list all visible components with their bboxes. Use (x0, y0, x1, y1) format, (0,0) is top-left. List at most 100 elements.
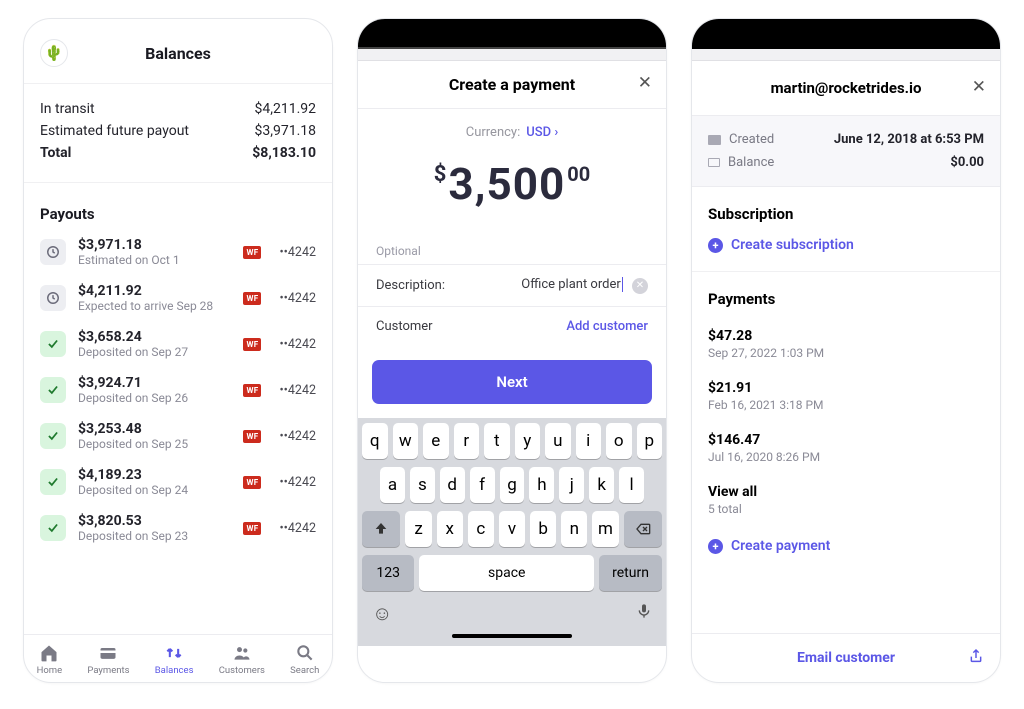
key-u[interactable]: u (545, 423, 571, 459)
clear-description-icon[interactable]: ✕ (632, 278, 648, 294)
description-field[interactable]: Description: Office plant order ✕ (358, 265, 666, 307)
bank-badge-icon: WF (243, 384, 261, 397)
key-o[interactable]: o (606, 423, 632, 459)
tab-balances[interactable]: Balances (155, 643, 194, 676)
in-transit-label: In transit (40, 101, 95, 117)
key-g[interactable]: g (500, 467, 525, 503)
currency-row[interactable]: Currency: USD › (358, 109, 666, 140)
tab-customers[interactable]: Customers (219, 643, 265, 676)
subscription-section: Subscription + Create subscription (692, 187, 1000, 272)
shift-key[interactable] (362, 511, 400, 547)
payout-amount: $3,820.53 (78, 513, 231, 529)
optional-label: Optional (358, 244, 666, 265)
created-value: June 12, 2018 at 6:53 PM (834, 132, 984, 147)
customer-header: martin@rocketrides.io ✕ (692, 61, 1000, 116)
view-all-row[interactable]: View all 5 total (708, 478, 984, 530)
payout-row[interactable]: $3,820.53Deposited on Sep 23WF••4242 (24, 505, 332, 551)
balances-screen: 🌵 Balances In transit $4,211.92 Estimate… (23, 18, 333, 683)
payout-amount: $4,189.23 (78, 467, 231, 483)
numbers-key[interactable]: 123 (362, 555, 414, 591)
account-last4: ••4242 (279, 475, 316, 490)
amount-main: 3,500 (448, 158, 565, 210)
payout-row[interactable]: $3,924.71Deposited on Sep 26WF••4242 (24, 367, 332, 413)
payout-status-text: Expected to arrive Sep 28 (78, 299, 231, 313)
account-last4: ••4242 (279, 337, 316, 352)
tab-payments[interactable]: Payments (87, 643, 129, 676)
close-button[interactable]: ✕ (638, 73, 652, 93)
key-t[interactable]: t (484, 423, 510, 459)
key-x[interactable]: x (437, 511, 463, 547)
key-d[interactable]: d (440, 467, 465, 503)
balance-summary: In transit $4,211.92 Estimated future pa… (24, 84, 332, 183)
mic-key-icon[interactable] (636, 601, 652, 626)
payout-amount: $3,253.48 (78, 421, 231, 437)
create-payment-header: Create a payment ✕ (358, 61, 666, 109)
key-n[interactable]: n (561, 511, 587, 547)
key-e[interactable]: e (423, 423, 449, 459)
keyboard: qwertyuiop asdfghjkl zxcvbnm 123 space r… (358, 418, 666, 646)
emoji-key-icon[interactable]: ☺ (372, 601, 392, 626)
payment-row[interactable]: $47.28Sep 27, 2022 1:03 PM (708, 322, 984, 374)
add-customer-link[interactable]: Add customer (566, 319, 648, 334)
payout-row[interactable]: $3,971.18Estimated on Oct 1WF••4242 (24, 229, 332, 275)
payout-status-text: Estimated on Oct 1 (78, 253, 231, 267)
currency-symbol: $ (434, 162, 447, 187)
payment-date: Sep 27, 2022 1:03 PM (708, 346, 984, 360)
future-payout-value: $3,971.18 (254, 123, 316, 139)
create-payment-link[interactable]: + Create payment (708, 538, 984, 554)
device-notch (358, 19, 666, 49)
key-w[interactable]: w (393, 423, 419, 459)
payment-row[interactable]: $21.91Feb 16, 2021 3:18 PM (708, 374, 984, 426)
payments-title: Payments (708, 290, 984, 308)
view-all-label: View all (708, 484, 984, 500)
backspace-key[interactable] (624, 511, 662, 547)
key-z[interactable]: z (405, 511, 431, 547)
amount-cents: 00 (567, 162, 590, 186)
key-l[interactable]: l (619, 467, 644, 503)
sheet-handle (358, 49, 666, 61)
key-i[interactable]: i (576, 423, 602, 459)
payout-row[interactable]: $3,658.24Deposited on Sep 27WF••4242 (24, 321, 332, 367)
next-button[interactable]: Next (372, 360, 652, 404)
payment-row[interactable]: $146.47Jul 16, 2020 8:26 PM (708, 426, 984, 478)
payment-date: Jul 16, 2020 8:26 PM (708, 450, 984, 464)
check-icon (40, 377, 66, 403)
payout-status-text: Deposited on Sep 27 (78, 345, 231, 359)
payout-amount: $3,658.24 (78, 329, 231, 345)
payout-status-text: Deposited on Sep 24 (78, 483, 231, 497)
key-m[interactable]: m (592, 511, 618, 547)
key-q[interactable]: q (362, 423, 388, 459)
account-last4: ••4242 (279, 245, 316, 260)
key-r[interactable]: r (454, 423, 480, 459)
payout-row[interactable]: $3,253.48Deposited on Sep 25WF••4242 (24, 413, 332, 459)
key-c[interactable]: c (468, 511, 494, 547)
tab-search[interactable]: Search (290, 643, 319, 676)
key-p[interactable]: p (637, 423, 663, 459)
in-transit-value: $4,211.92 (254, 101, 316, 117)
amount-display[interactable]: $ 3,500 00 (358, 140, 666, 244)
customer-field[interactable]: Customer Add customer (358, 307, 666, 346)
bank-badge-icon: WF (243, 246, 261, 259)
key-v[interactable]: v (499, 511, 525, 547)
balances-icon (164, 643, 184, 663)
share-icon[interactable] (968, 647, 984, 670)
email-customer-button[interactable]: Email customer (797, 650, 895, 666)
tab-home[interactable]: Home (37, 643, 63, 676)
total-value: $8,183.10 (252, 145, 316, 161)
return-key[interactable]: return (599, 555, 662, 591)
key-f[interactable]: f (470, 467, 495, 503)
key-y[interactable]: y (515, 423, 541, 459)
close-button[interactable]: ✕ (972, 77, 986, 97)
key-a[interactable]: a (380, 467, 405, 503)
key-b[interactable]: b (530, 511, 556, 547)
key-k[interactable]: k (589, 467, 614, 503)
key-h[interactable]: h (529, 467, 554, 503)
payout-row[interactable]: $4,211.92Expected to arrive Sep 28WF••42… (24, 275, 332, 321)
key-s[interactable]: s (410, 467, 435, 503)
create-subscription-link[interactable]: + Create subscription (708, 237, 984, 253)
payment-amount: $21.91 (708, 380, 984, 396)
key-j[interactable]: j (559, 467, 584, 503)
space-key[interactable]: space (419, 555, 594, 591)
payout-row[interactable]: $4,189.23Deposited on Sep 24WF••4242 (24, 459, 332, 505)
currency-label: Currency: (466, 125, 521, 140)
